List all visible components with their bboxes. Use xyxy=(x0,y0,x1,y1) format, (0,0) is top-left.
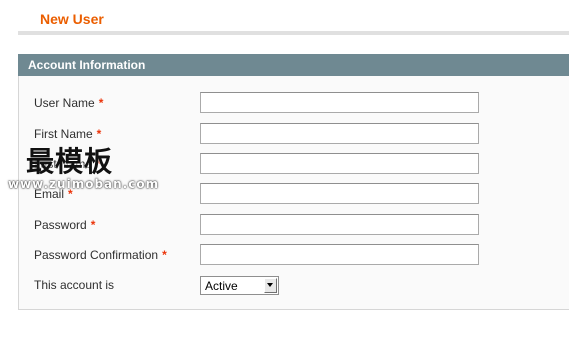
lastname-input[interactable] xyxy=(200,153,479,174)
page-title: New User xyxy=(40,11,104,27)
username-label: User Name * xyxy=(34,96,103,110)
account-information-fieldset: Account Information User Name * First Nam… xyxy=(18,54,569,310)
account-status-label: This account is xyxy=(34,278,115,292)
password-confirmation-label-text: Password Confirmation xyxy=(34,248,159,262)
password-confirmation-input[interactable] xyxy=(200,244,479,265)
firstname-label-text: First Name xyxy=(34,127,93,141)
form-row-firstname: First Name * xyxy=(19,123,569,145)
username-input[interactable] xyxy=(200,92,479,113)
email-label-text: Email xyxy=(34,187,65,201)
required-marker: * xyxy=(96,127,102,141)
dropdown-arrow-icon[interactable] xyxy=(264,278,277,293)
form-row-username: User Name * xyxy=(19,92,569,114)
required-marker: * xyxy=(96,157,101,171)
form-row-password-confirmation: Password Confirmation * xyxy=(19,244,569,266)
form-row-lastname: Last Name * xyxy=(19,153,569,175)
required-marker: * xyxy=(90,218,96,232)
required-marker: * xyxy=(68,187,73,201)
username-label-text: User Name xyxy=(34,96,95,110)
lastname-label-text: Last Name xyxy=(34,157,93,171)
password-input[interactable] xyxy=(200,214,479,235)
account-status-value: Active xyxy=(205,279,238,293)
form-row-password: Password * xyxy=(19,214,569,236)
firstname-label: First Name * xyxy=(34,127,101,141)
email-label: Email * xyxy=(34,187,73,201)
account-status-select[interactable]: Active xyxy=(200,276,279,295)
form-row-email: Email * xyxy=(19,183,569,205)
password-confirmation-label: Password Confirmation * xyxy=(34,248,167,262)
lastname-label: Last Name * xyxy=(34,157,101,171)
password-label-text: Password xyxy=(34,218,87,232)
required-marker: * xyxy=(162,248,167,262)
email-input[interactable] xyxy=(200,183,479,204)
section-header: Account Information xyxy=(18,54,569,76)
required-marker: * xyxy=(98,96,104,110)
form-row-account-status: This account is Active xyxy=(19,274,569,296)
title-divider xyxy=(18,31,569,35)
firstname-input[interactable] xyxy=(200,123,479,144)
password-label: Password * xyxy=(34,218,95,232)
